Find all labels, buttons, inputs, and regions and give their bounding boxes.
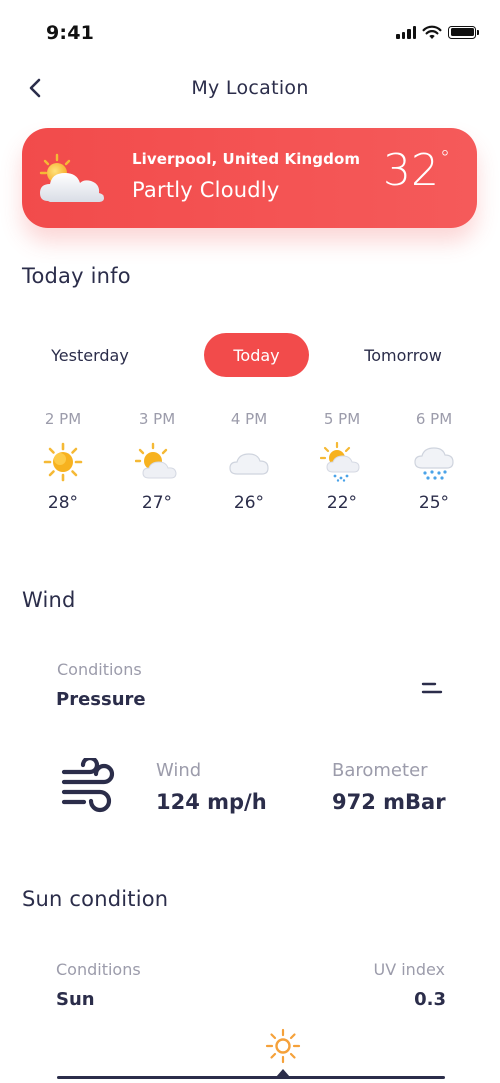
hour-temp: 26° bbox=[233, 493, 265, 513]
sun-conditions-label: Conditions bbox=[56, 960, 141, 979]
sun-icon bbox=[43, 442, 83, 482]
wind-value: 124 mp/h bbox=[156, 790, 267, 814]
tab-yesterday[interactable]: Yesterday bbox=[20, 333, 160, 377]
wind-title: Wind bbox=[22, 588, 76, 612]
hour-time: 6 PM bbox=[415, 410, 453, 428]
sun-conditions-value: Sun bbox=[56, 989, 95, 1010]
today-info-title: Today info bbox=[22, 264, 131, 288]
wind-label: Wind bbox=[156, 760, 202, 781]
hour-time: 3 PM bbox=[138, 410, 176, 428]
hour-time: 2 PM bbox=[44, 410, 82, 428]
hour-temp: 27° bbox=[141, 493, 173, 513]
location-condition: Partly Cloudly bbox=[132, 178, 280, 202]
tab-today[interactable]: Today bbox=[204, 333, 309, 377]
hour-temp: 25° bbox=[418, 493, 450, 513]
sun-rain-icon bbox=[320, 442, 360, 482]
wifi-icon bbox=[422, 25, 442, 39]
location-city: Liverpool, United Kingdom bbox=[132, 150, 361, 168]
hour-temp: 28° bbox=[47, 493, 79, 513]
battery-icon bbox=[448, 25, 479, 39]
wind-conditions-value: Pressure bbox=[56, 689, 146, 710]
cloud-icon bbox=[229, 453, 269, 475]
barometer-label: Barometer bbox=[332, 760, 428, 781]
hour-item: 5 PM 22° bbox=[302, 410, 382, 513]
sun-icon bbox=[265, 1028, 301, 1064]
filter-button[interactable] bbox=[414, 676, 450, 700]
partly-cloudy-icon bbox=[135, 442, 177, 479]
location-temperature: 32 bbox=[383, 145, 439, 196]
uv-index-label: UV index bbox=[373, 960, 445, 979]
hour-item: 3 PM 27° bbox=[117, 410, 197, 513]
hour-time: 5 PM bbox=[323, 410, 361, 428]
hour-temp: 22° bbox=[326, 493, 358, 513]
status-icons bbox=[396, 24, 479, 40]
filter-icon bbox=[421, 682, 443, 694]
sun-condition-title: Sun condition bbox=[22, 887, 169, 911]
snow-cloud-icon bbox=[414, 447, 454, 480]
wind-icon bbox=[61, 758, 115, 813]
hour-item: 6 PM 25° bbox=[394, 410, 474, 513]
wind-conditions-label: Conditions bbox=[57, 660, 142, 679]
uv-slider-track[interactable] bbox=[57, 1076, 445, 1079]
hour-time: 4 PM bbox=[230, 410, 268, 428]
barometer-value: 972 mBar bbox=[332, 790, 446, 814]
uv-slider-handle[interactable] bbox=[276, 1068, 290, 1077]
hour-item: 2 PM 28° bbox=[23, 410, 103, 513]
page-title: My Location bbox=[191, 77, 309, 99]
hour-item: 4 PM 26° bbox=[209, 410, 289, 513]
status-time: 9:41 bbox=[46, 22, 95, 44]
degree-symbol: ° bbox=[440, 146, 450, 170]
tab-tomorrow[interactable]: Tomorrow bbox=[335, 333, 471, 377]
uv-index-value: 0.3 bbox=[414, 989, 446, 1010]
partly-cloudy-icon bbox=[39, 153, 104, 202]
signal-icon bbox=[396, 25, 416, 39]
